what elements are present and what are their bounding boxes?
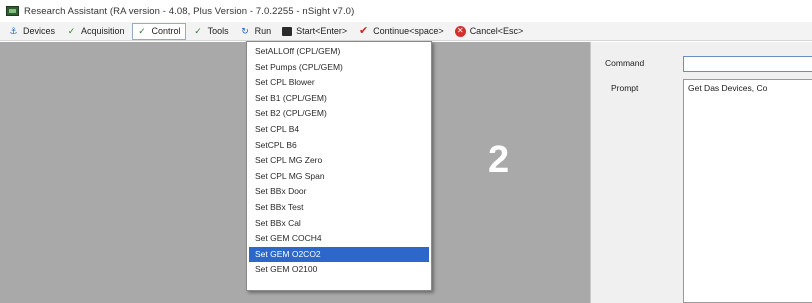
prompt-label: Prompt <box>611 83 639 93</box>
menu-item-set-cpl-blower[interactable]: Set CPL Blower <box>247 75 431 91</box>
control-menu[interactable]: ✓ Control <box>131 22 186 40</box>
toolbar: ⚓ Devices ✓ Acquisition ✓ Control ✓ Tool… <box>0 22 812 41</box>
check-icon: ✔ <box>359 24 369 37</box>
menu-item-set-b2[interactable]: Set B2 (CPL/GEM) <box>247 106 431 122</box>
start-label: Start<Enter> <box>296 26 348 36</box>
tool-icon: ✓ <box>67 25 76 36</box>
acquisition-label: Acquisition <box>81 26 125 36</box>
title-bar: Research Assistant (RA version - 4.08, P… <box>0 0 812 22</box>
menu-item-set-cpl-mg-span[interactable]: Set CPL MG Span <box>247 169 431 185</box>
acquisition-menu[interactable]: ✓ Acquisition <box>62 23 129 40</box>
tool-icon: ✓ <box>138 25 146 36</box>
continue-label: Continue<space> <box>373 26 444 36</box>
cancel-icon: ✕ <box>454 25 466 37</box>
cancel-label: Cancel<Esc> <box>469 26 524 36</box>
menu-item-set-bbx-test[interactable]: Set BBx Test <box>247 200 431 216</box>
menu-item-set-all-off[interactable]: SetALLOff (CPL/GEM) <box>247 44 431 60</box>
app-icon <box>6 6 19 16</box>
step-number: 2 <box>488 139 510 181</box>
menu-item-set-pumps[interactable]: Set Pumps (CPL/GEM) <box>247 60 431 76</box>
menu-item-set-cpl-b6[interactable]: SetCPL B6 <box>247 138 431 154</box>
window-title: Research Assistant (RA version - 4.08, P… <box>24 5 355 17</box>
cancel-button[interactable]: ✕ Cancel<Esc> <box>451 23 528 40</box>
tools-label: Tools <box>207 26 229 36</box>
menu-item-set-cpl-mg-zero[interactable]: Set CPL MG Zero <box>247 153 431 169</box>
devices-menu[interactable]: ⚓ Devices <box>4 23 59 40</box>
command-label: Command <box>605 58 645 68</box>
menu-item-set-gem-o2100[interactable]: Set GEM O2100 <box>247 262 431 278</box>
continue-button[interactable]: ✔ Continue<space> <box>354 23 448 40</box>
run-icon: ↻ <box>241 25 249 36</box>
devices-icon: ⚓ <box>9 25 18 36</box>
run-menu[interactable]: ↻ Run <box>236 23 276 40</box>
control-label: Control <box>151 26 181 36</box>
devices-label: Devices <box>23 26 56 36</box>
prompt-output[interactable]: Get Das Devices, Co <box>683 79 812 303</box>
menu-item-set-bbx-door[interactable]: Set BBx Door <box>247 184 431 200</box>
menu-item-set-gem-o2co2[interactable]: Set GEM O2CO2 <box>249 246 429 263</box>
start-icon <box>282 26 293 36</box>
tools-menu[interactable]: ✓ Tools <box>189 23 233 40</box>
menu-item-set-gem-coch4[interactable]: Set GEM COCH4 <box>247 231 431 247</box>
command-input[interactable] <box>683 56 812 72</box>
menu-item-set-b1[interactable]: Set B1 (CPL/GEM) <box>247 91 431 107</box>
start-button[interactable]: Start<Enter> <box>278 23 351 40</box>
menu-item-set-cpl-b4[interactable]: Set CPL B4 <box>247 122 431 138</box>
control-dropdown-menu: SetALLOff (CPL/GEM) Set Pumps (CPL/GEM) … <box>246 41 432 291</box>
run-label: Run <box>254 26 272 36</box>
menu-item-set-bbx-cal[interactable]: Set BBx Cal <box>247 216 431 232</box>
command-panel: Command Prompt Get Das Devices, Co <box>590 42 812 303</box>
tool-icon: ✓ <box>194 25 202 36</box>
